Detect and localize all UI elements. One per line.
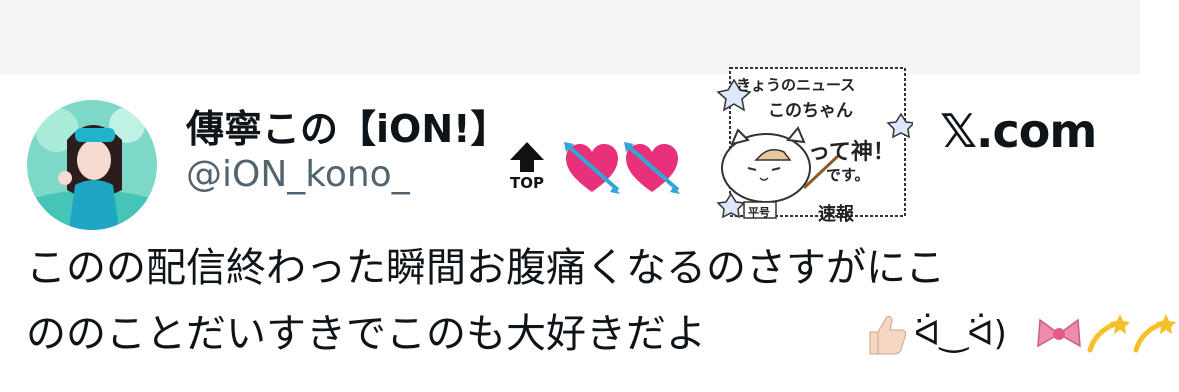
sticker-headline: きょうのニュース [736,76,856,94]
user-handle[interactable]: @iON_kono_ [186,154,410,195]
kaomoji: ᐛ‿ᐛ) [914,314,1007,354]
display-name[interactable]: 傳寧この【iON!】 [186,98,508,153]
tweet-text-line-1: このの配信終わった瞬間お腹痛くなるのさすがにこ [26,245,946,291]
news-sticker: きょうのニュース このちゃん って神！ です。 平号 速報 [708,60,913,232]
sticker-subject: このちゃん [768,101,853,121]
sticker-main-text: って神！ [808,140,895,165]
avatar[interactable] [27,100,157,230]
dizzy-icon [1133,314,1176,353]
sticker-stamp: 平号 [748,206,770,219]
sticker-breaking-news: 速報 [818,204,854,225]
heart-with-arrow-icon [624,142,680,194]
ribbon-icon [1037,318,1081,348]
avatar-image [27,100,157,230]
top-background-band [0,0,1140,74]
dizzy-icon [1087,314,1130,353]
thumbs-up-icon [869,315,907,355]
x-com-logo: 𝕏.com [940,104,1097,158]
sticker-desu: です。 [826,166,870,184]
top-label: TOP [510,174,544,192]
heart-with-arrow-icon [564,142,620,194]
